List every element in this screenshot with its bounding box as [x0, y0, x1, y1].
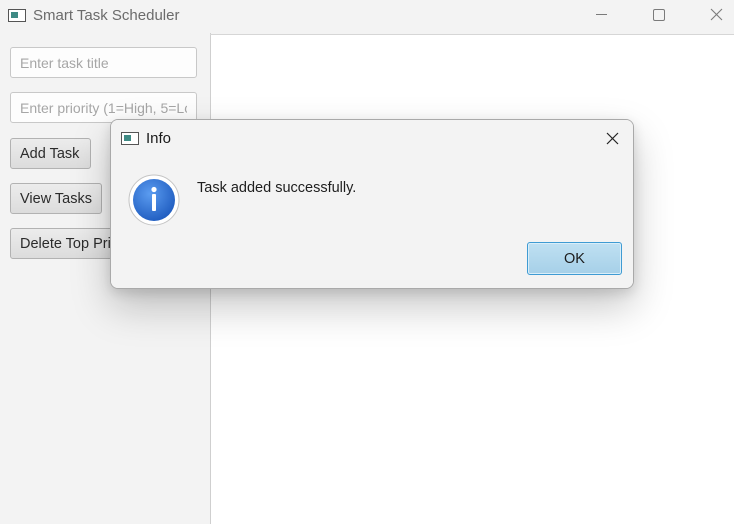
view-tasks-button[interactable]: View Tasks — [10, 183, 102, 214]
maximize-button[interactable] — [635, 0, 681, 32]
window-title: Smart Task Scheduler — [33, 7, 180, 24]
information-icon — [128, 174, 180, 226]
add-task-button[interactable]: Add Task — [10, 138, 91, 169]
minimize-button[interactable] — [578, 0, 624, 32]
app-icon — [8, 9, 26, 22]
dialog-close-button[interactable] — [595, 126, 629, 152]
minimize-icon — [596, 14, 607, 15]
ok-button[interactable]: OK — [527, 242, 622, 275]
window-titlebar[interactable]: Smart Task Scheduler — [0, 0, 734, 32]
task-title-input[interactable] — [10, 47, 197, 78]
close-icon — [710, 8, 723, 21]
dialog-app-icon — [121, 132, 139, 145]
dialog-body: Task added successfully. OK — [111, 156, 633, 288]
dialog-titlebar[interactable]: Info — [111, 120, 633, 156]
info-dialog: Info Task added successfully. OK — [110, 119, 634, 289]
close-icon — [606, 132, 619, 145]
dialog-title: Info — [146, 130, 172, 147]
close-window-button[interactable] — [693, 0, 734, 32]
maximize-icon — [653, 9, 665, 21]
dialog-message: Task added successfully. — [197, 180, 357, 196]
